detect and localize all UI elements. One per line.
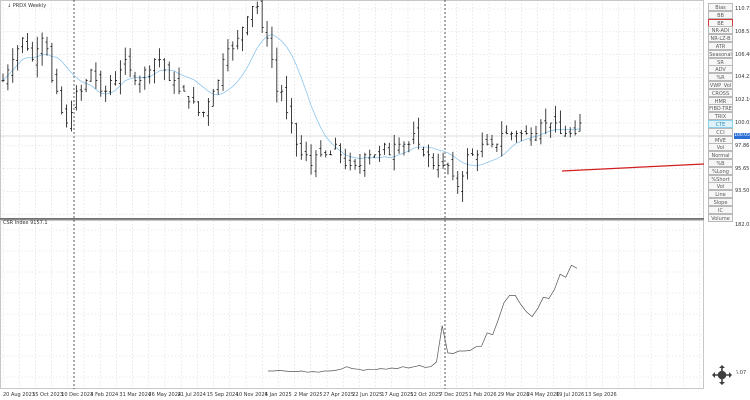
- indicator-button[interactable]: Vol: [708, 182, 733, 191]
- date-tick: 21 Jul 2024: [177, 392, 206, 398]
- indicator-button[interactable]: BE: [708, 18, 733, 27]
- indicator-button[interactable]: ATR: [708, 42, 733, 50]
- indicator-button[interactable]: %Long: [708, 166, 733, 175]
- indicator-button[interactable]: Normal: [708, 151, 733, 160]
- indicator-button[interactable]: HMR: [708, 96, 733, 105]
- price-tick: 95.65: [735, 165, 750, 172]
- date-tick: 10 Nov 2024: [235, 392, 268, 398]
- date-tick: 5 Jan 2025: [264, 392, 292, 398]
- indicator-button[interactable]: %B: [708, 159, 733, 167]
- indicator-button[interactable]: Line: [708, 190, 733, 199]
- date-tick: 27 Apr 2025: [323, 392, 355, 398]
- price-bars: [1, 0, 582, 202]
- symbol-label: ↓ PRDX Weekly: [7, 3, 47, 9]
- indicator-label: CSR Index 9157.1: [3, 220, 48, 226]
- indicator-button[interactable]: %R: [708, 73, 733, 82]
- indicator-button[interactable]: Volume: [708, 213, 733, 222]
- indicator-button[interactable]: VWP_Vol: [708, 81, 733, 89]
- price-tick: 93.50: [735, 188, 750, 195]
- indicator-tick: 182.05: [735, 222, 750, 228]
- date-tick: 22 Jun 2025: [352, 392, 383, 398]
- indicator-button[interactable]: MVE: [708, 135, 733, 144]
- main-pane-border: [0, 0, 704, 219]
- date-tick: 15 Oct 2023: [32, 392, 64, 398]
- price-tick: 108.55: [735, 28, 750, 35]
- date-tick: 29 Mar 2026: [497, 392, 530, 398]
- date-tick: 19 Jul 2026: [555, 392, 585, 398]
- last-price-tag: 100.05: [734, 133, 750, 139]
- indicator-button[interactable]: CTE: [708, 120, 733, 128]
- date-tick: 1 Feb 2026: [468, 392, 497, 398]
- indicator-button[interactable]: %Short: [708, 174, 733, 183]
- indicator-button[interactable]: FIBO-TRE: [708, 104, 733, 113]
- csr-index-line: [268, 264, 578, 373]
- date-tick: 26 May 2024: [148, 392, 182, 398]
- indicator-button[interactable]: CCI: [708, 127, 733, 136]
- date-tick: 13 Sep 2026: [585, 392, 617, 398]
- indicator-button[interactable]: ADV: [708, 65, 733, 74]
- grid: [0, 0, 704, 389]
- zoom-icon[interactable]: [707, 360, 737, 390]
- indicator-button[interactable]: BB: [708, 10, 733, 19]
- price-tick: 106.40: [735, 51, 750, 58]
- indicator-pane-border: [0, 220, 704, 389]
- indicator-button[interactable]: Bias: [708, 3, 733, 11]
- indicator-button[interactable]: Seasonal: [708, 49, 733, 58]
- date-tick: 2 Mar 2025: [294, 392, 323, 398]
- date-tick: 24 May 2026: [526, 392, 560, 398]
- indicator-button[interactable]: IC: [708, 205, 733, 214]
- date-tick: 7 Dec 2025: [439, 392, 469, 398]
- chart-window: ↓ PRDX Weekly CSR Index 9157.1 110.75 108…: [0, 0, 750, 400]
- price-tick: 100.05: [735, 120, 750, 126]
- trend-line: [561, 163, 705, 172]
- date-tick: 15 Sep 2024: [206, 392, 239, 398]
- chart-canvas[interactable]: [0, 0, 750, 400]
- date-tick: 31 Mar 2024: [119, 392, 152, 398]
- price-tick: 110.75: [735, 6, 750, 12]
- date-tick: 20 Aug 2023: [3, 392, 36, 398]
- price-tick: 102.10: [735, 97, 750, 104]
- indicator-button[interactable]: Slope: [708, 198, 733, 206]
- date-tick: 10 Dec 2023: [61, 392, 94, 398]
- date-tick: 4 Feb 2024: [90, 392, 119, 398]
- indicator-button[interactable]: CROSS: [708, 88, 733, 97]
- date-tick: 12 Oct 2025: [410, 392, 442, 398]
- indicator-button[interactable]: SR: [708, 57, 733, 66]
- indicator-button[interactable]: Vol: [708, 143, 733, 152]
- indicator-button[interactable]: TRIX: [708, 112, 733, 121]
- chart-lines: [561, 163, 705, 172]
- indicator-line: [268, 264, 578, 373]
- price-tick: 104.25: [735, 74, 750, 81]
- indicator-button[interactable]: NR-ADI: [708, 26, 733, 35]
- date-tick: 17 Aug 2025: [381, 392, 414, 398]
- price-tick: 97.86: [735, 142, 750, 149]
- indicator-button[interactable]: NR-LZ-B: [708, 34, 733, 43]
